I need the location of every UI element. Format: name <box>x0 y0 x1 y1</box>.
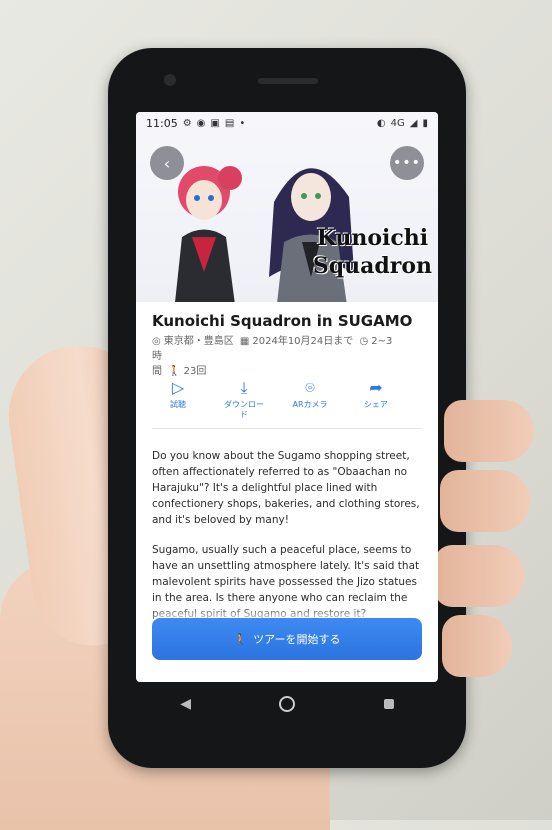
download-button[interactable]: ⤓ ダウンロード <box>224 378 264 420</box>
hero-title: Kunoichi Squadron <box>313 224 432 280</box>
tour-hero-image: Kunoichi Squadron <box>136 112 438 302</box>
action-label: シェア <box>364 400 388 409</box>
vibrate-icon: ◐ <box>376 117 386 129</box>
camera-icon: ⌾ <box>305 378 315 397</box>
android-nav-bar: ◀ <box>136 682 438 726</box>
share-button[interactable]: ➦ シェア <box>356 378 396 420</box>
start-tour-label: ツアーを開始する <box>253 633 341 646</box>
location-icon: ◎ <box>152 336 161 347</box>
chevron-left-icon: ‹ <box>163 153 171 173</box>
status-bar: 11:05 ⚙ ◉ ▣ ▤ • ◐ 4G ◢ ▮ <box>136 112 438 134</box>
action-row: ▷ 試聴 ⤓ ダウンロード ⌾ ARカメラ ➦ シェア <box>158 378 396 420</box>
preview-button[interactable]: ▷ 試聴 <box>158 378 198 420</box>
download-icon: ⤓ <box>240 378 248 397</box>
network-type: 4G <box>390 117 405 129</box>
tour-play-count: 23回 <box>183 366 207 377</box>
hero-title-text: Kunoichi Squadron <box>312 225 432 279</box>
hand-finger <box>444 400 534 462</box>
tour-available-until: 2024年10月24日まで <box>252 336 354 347</box>
action-label: ARカメラ <box>292 400 328 409</box>
notification-icon: ▣ <box>210 117 220 129</box>
tour-duration-cont: 間 <box>152 366 162 377</box>
clock-icon: ◷ <box>359 336 369 347</box>
more-horizontal-icon: ••• <box>393 155 421 171</box>
earpiece-speaker <box>258 78 318 84</box>
more-options-button[interactable]: ••• <box>390 146 424 180</box>
tour-description: Do you know about the Sugamo shopping st… <box>152 448 424 636</box>
nav-recent-icon[interactable] <box>383 699 394 709</box>
notification-icon: ▤ <box>224 117 235 129</box>
action-label: 試聴 <box>170 400 186 409</box>
start-tour-button[interactable]: 🚶 ツアーを開始する <box>152 618 422 660</box>
walk-icon: 🚶 <box>233 632 248 646</box>
tour-title: Kunoichi Squadron in SUGAMO <box>152 312 413 330</box>
battery-icon: ▮ <box>422 117 428 129</box>
walk-icon: 🚶 <box>168 366 181 377</box>
tour-meta: ◎ 東京都・豊島区 ▦ 2024年10月24日まで ◷ 2~3時 間 🚶 23回 <box>152 334 402 379</box>
hand-finger <box>442 615 512 677</box>
ar-camera-button[interactable]: ⌾ ARカメラ <box>290 378 330 420</box>
description-paragraph: Sugamo, usually such a peaceful place, s… <box>152 544 420 620</box>
share-icon: ➦ <box>369 378 383 397</box>
signal-icon: ◢ <box>409 117 418 129</box>
description-paragraph: Do you know about the Sugamo shopping st… <box>152 450 420 526</box>
nav-back-icon[interactable]: ◀ <box>180 696 191 712</box>
notification-dot-icon: • <box>239 117 246 129</box>
tour-details: Kunoichi Squadron in SUGAMO ◎ 東京都・豊島区 ▦ 20… <box>136 302 438 682</box>
divider <box>152 428 422 429</box>
calendar-icon: ▦ <box>239 336 250 347</box>
tour-location: 東京都・豊島区 <box>163 336 234 347</box>
back-button[interactable]: ‹ <box>150 146 184 180</box>
notification-icon: ⚙ <box>182 117 192 129</box>
front-camera <box>164 74 176 86</box>
nav-home-icon[interactable] <box>279 696 296 712</box>
action-label: ダウンロード <box>224 400 264 419</box>
phone-screen: 11:05 ⚙ ◉ ▣ ▤ • ◐ 4G ◢ ▮ Kunoichi Squadr… <box>136 112 438 682</box>
hand-finger <box>434 545 524 607</box>
status-time: 11:05 <box>146 116 178 130</box>
hand-finger <box>440 470 530 532</box>
notification-icon: ◉ <box>196 117 206 129</box>
play-icon: ▷ <box>171 378 185 397</box>
